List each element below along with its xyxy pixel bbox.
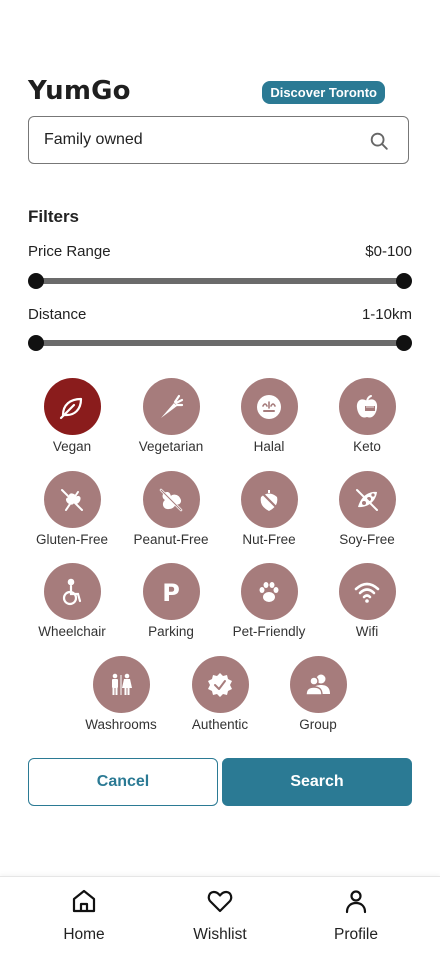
price-slider-track: [36, 278, 404, 284]
app-title: YumGo: [28, 76, 131, 106]
cancel-button[interactable]: Cancel: [28, 758, 218, 806]
parking-icon: P: [162, 579, 180, 607]
price-range-row: Price Range $0-100: [28, 243, 412, 263]
svg-text:P: P: [162, 579, 180, 607]
price-range-slider[interactable]: [28, 273, 412, 289]
chip-label: Pet-Friendly: [232, 624, 306, 639]
carrot-icon: [161, 394, 184, 418]
chip-label: Wheelchair: [38, 624, 106, 639]
distance-slider-track: [36, 340, 404, 346]
group-icon: [305, 674, 330, 696]
chip-label: Nut-Free: [242, 532, 296, 547]
distance-slider-min-handle[interactable]: [28, 335, 44, 351]
chip-keto[interactable]: Keto: [318, 378, 416, 458]
person-icon: [345, 890, 367, 914]
wheat-crossed-icon: [61, 488, 83, 511]
chip-peanut-free[interactable]: Peanut-Free: [122, 471, 220, 551]
chip-label: Peanut-Free: [133, 532, 209, 547]
header: YumGo Discover Toronto: [28, 76, 412, 110]
distance-label: Distance: [28, 306, 87, 323]
peanut-crossed-icon: [159, 488, 183, 511]
wheelchair-icon: [62, 578, 82, 605]
nav-label: Wishlist: [193, 926, 247, 943]
chip-soy-free[interactable]: Soy-Free: [318, 471, 416, 551]
bottom-nav: Home Wishlist Profile: [0, 876, 440, 956]
nav-label: Profile: [334, 926, 378, 943]
chip-label: Authentic: [191, 717, 249, 732]
chip-gluten-free[interactable]: Gluten-Free: [23, 471, 121, 551]
apple-tape-icon: [356, 394, 378, 418]
distance-slider-max-handle[interactable]: [396, 335, 412, 351]
heart-icon: [207, 890, 233, 913]
discover-badge[interactable]: Discover Toronto: [262, 81, 385, 104]
washroom-icon: [112, 673, 132, 695]
chip-group[interactable]: Group: [269, 656, 367, 736]
chip-label: Keto: [353, 439, 381, 454]
chip-vegan[interactable]: Vegan: [23, 378, 121, 458]
home-icon: [72, 889, 96, 913]
soy-crossed-icon: [356, 488, 378, 511]
chip-parking[interactable]: P Parking: [122, 563, 220, 643]
chip-label: Group: [299, 717, 337, 732]
chip-vegetarian[interactable]: Vegetarian: [122, 378, 220, 458]
chip-nut-free[interactable]: Nut-Free: [220, 471, 318, 551]
chip-label: Halal: [253, 439, 285, 454]
nav-profile[interactable]: Profile: [306, 887, 406, 947]
filters-title: Filters: [28, 207, 80, 226]
price-range-label: Price Range: [28, 243, 111, 260]
chip-label: Gluten-Free: [35, 532, 109, 547]
chip-pet-friendly[interactable]: Pet-Friendly: [220, 563, 318, 643]
distance-row: Distance 1-10km: [28, 306, 412, 326]
nav-label: Home: [63, 926, 105, 943]
search-box[interactable]: Family owned: [28, 116, 409, 164]
search-button[interactable]: Search: [222, 758, 412, 806]
distance-slider[interactable]: [28, 335, 412, 351]
chip-wheelchair[interactable]: Wheelchair: [23, 563, 121, 643]
search-icon[interactable]: [368, 130, 390, 152]
nut-crossed-icon: [257, 488, 281, 511]
chip-label: Soy-Free: [339, 532, 395, 547]
chip-halal[interactable]: Halal: [220, 378, 318, 458]
distance-value: 1-10km: [361, 306, 412, 323]
chip-authentic[interactable]: Authentic: [171, 656, 269, 736]
chip-label: Vegetarian: [138, 439, 204, 454]
chip-label: Wifi: [355, 624, 379, 639]
nav-wishlist[interactable]: Wishlist: [170, 887, 270, 947]
chip-label: Parking: [148, 624, 194, 639]
halal-icon: [257, 394, 281, 419]
price-slider-max-handle[interactable]: [396, 273, 412, 289]
price-slider-min-handle[interactable]: [28, 273, 44, 289]
price-range-value: $0-100: [365, 243, 412, 260]
paw-icon: [259, 581, 279, 602]
chip-label: Washrooms: [85, 717, 157, 732]
chip-washrooms[interactable]: Washrooms: [72, 656, 170, 736]
wifi-icon: [354, 582, 380, 603]
leaf-icon: [59, 397, 83, 419]
chip-label: Vegan: [52, 439, 92, 454]
search-input[interactable]: Family owned: [44, 131, 143, 149]
badge-check-icon: [208, 672, 232, 697]
nav-home[interactable]: Home: [34, 887, 134, 947]
chip-wifi[interactable]: Wifi: [318, 563, 416, 643]
